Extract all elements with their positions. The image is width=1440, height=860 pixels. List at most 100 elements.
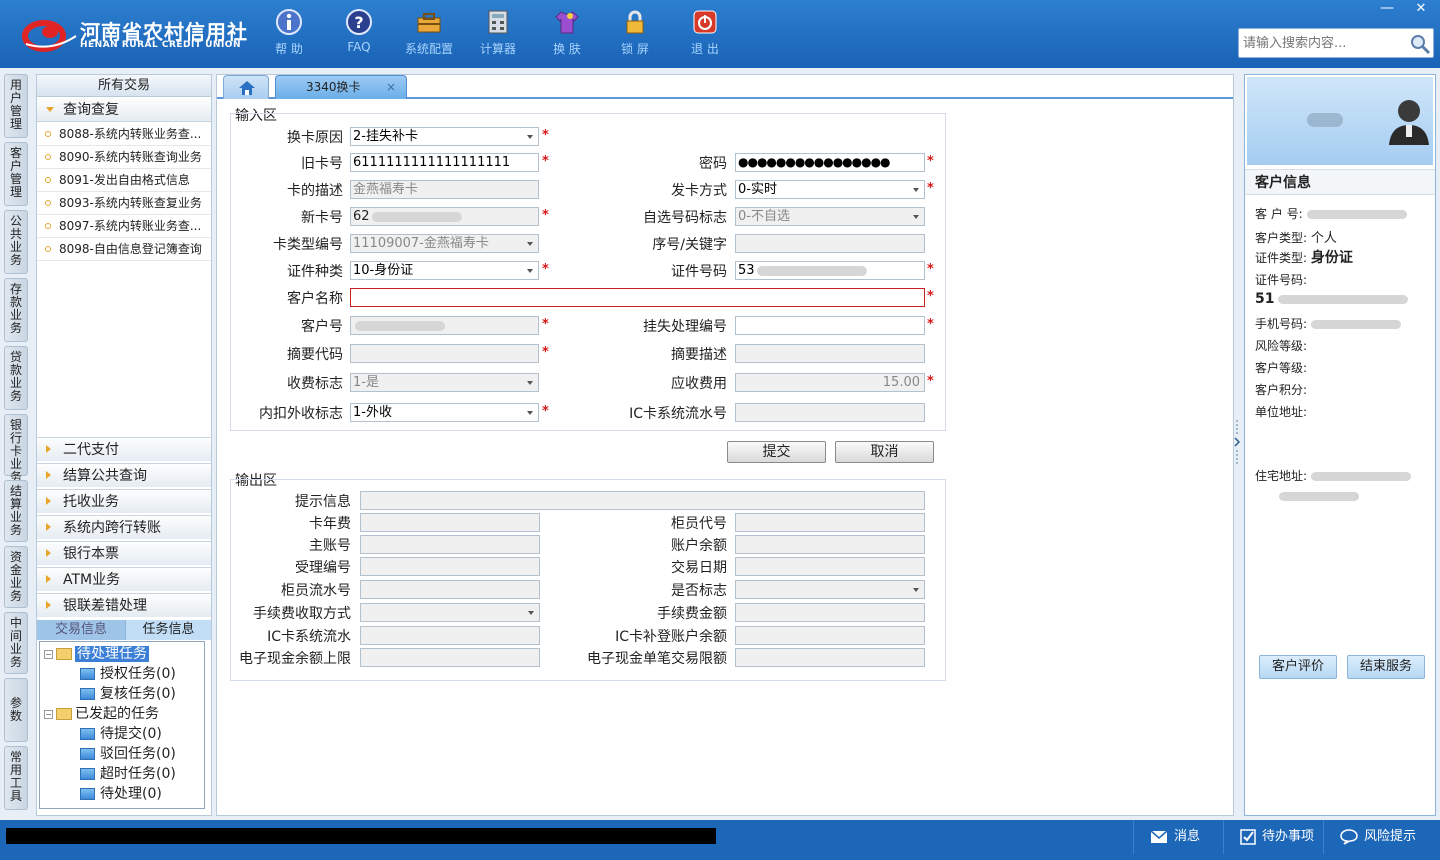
- bullet-icon: [45, 154, 51, 160]
- search-input[interactable]: [1243, 33, 1403, 53]
- chat-bubble-icon: [1340, 828, 1358, 845]
- help-button[interactable]: 帮 助: [254, 8, 324, 60]
- menu-item-8098[interactable]: 8098-自由信息登记簿查询: [37, 238, 211, 261]
- menu-item-8093[interactable]: 8093-系统内转账查复业务: [37, 192, 211, 215]
- category-settlement-query[interactable]: 结算公共查询: [37, 463, 211, 487]
- task-icon: [80, 728, 95, 740]
- issue-mode-select[interactable]: 0-实时: [735, 180, 925, 199]
- vtab-user-management[interactable]: 用户管理: [4, 74, 28, 138]
- query-reply-header[interactable]: 查询查复: [37, 98, 211, 122]
- change-skin-button[interactable]: 换 肤: [532, 8, 602, 60]
- messages-button[interactable]: 消息: [1133, 820, 1223, 854]
- category-second-gen-payment[interactable]: 二代支付: [37, 437, 211, 461]
- reason-select[interactable]: 2-挂失补卡: [350, 127, 539, 146]
- required-mark: *: [927, 289, 934, 304]
- home-icon: [239, 81, 255, 95]
- window-close-button[interactable]: ✕: [1410, 0, 1432, 18]
- ecash-single-field: [735, 648, 925, 667]
- evaluate-button[interactable]: 客户评价: [1259, 655, 1337, 679]
- caret-right-icon: [46, 471, 51, 479]
- vtab-public-business[interactable]: 公共业务: [4, 210, 28, 274]
- vtab-common-tools[interactable]: 常用工具: [4, 746, 28, 810]
- id-type-select[interactable]: 10-身份证: [350, 261, 539, 280]
- vtab-intermediary-business[interactable]: 中间业务: [4, 612, 28, 674]
- vtab-label: 结算业务: [9, 484, 22, 537]
- category-interbank-transfer[interactable]: 系统内跨行转账: [37, 515, 211, 539]
- collapse-icon[interactable]: −: [44, 709, 53, 719]
- collapse-right-panel-icon[interactable]: [1234, 420, 1240, 464]
- cust-type-label: 客户类型:: [1255, 231, 1308, 245]
- search-icon[interactable]: [1409, 33, 1431, 55]
- end-service-button[interactable]: 结束服务: [1347, 655, 1425, 679]
- faq-button[interactable]: ? FAQ: [324, 8, 394, 60]
- loss-no-field[interactable]: [735, 316, 925, 335]
- tree-node-label: 待处理任务: [75, 646, 149, 662]
- tab-home[interactable]: [223, 75, 269, 99]
- label-abstract-code: 摘要代码: [287, 347, 343, 363]
- query-reply-label: 查询查复: [63, 102, 119, 118]
- caret-right-icon: [46, 549, 51, 557]
- risk-alert-button[interactable]: 风险提示: [1323, 820, 1440, 854]
- tab-transaction-info[interactable]: 交易信息: [37, 620, 125, 640]
- tree-node-label: 已发起的任务: [75, 706, 159, 722]
- tree-node-to-process[interactable]: 待处理(0): [80, 784, 162, 804]
- label-reason: 换卡原因: [287, 130, 343, 146]
- tree-node-review[interactable]: 复核任务(0): [80, 684, 176, 704]
- lock-screen-button[interactable]: 锁 屏: [600, 8, 670, 60]
- cancel-button[interactable]: 取消: [835, 441, 934, 463]
- inout-flag-select[interactable]: 1-外收: [350, 403, 539, 422]
- menu-item-8090[interactable]: 8090-系统内转账查询业务: [37, 146, 211, 169]
- tree-node-label: 超时任务(0): [100, 766, 176, 782]
- category-unionpay-error[interactable]: 银联差错处理: [37, 593, 211, 617]
- tree-node-rejected[interactable]: 驳回任务(0): [80, 744, 176, 764]
- close-icon[interactable]: ×: [386, 76, 396, 98]
- vtab-bank-card-business[interactable]: 银行卡业务: [4, 414, 28, 484]
- cust-name-field[interactable]: [350, 288, 925, 307]
- card-type-select: 11109007-金燕福寿卡: [350, 234, 539, 253]
- calculator-button[interactable]: 计算器: [463, 8, 533, 60]
- id-type-label: 证件类型:: [1255, 251, 1308, 265]
- menu-item-8091[interactable]: 8091-发出自由格式信息: [37, 169, 211, 192]
- todo-button[interactable]: 待办事项: [1223, 820, 1323, 854]
- redacted-text: [1279, 492, 1359, 501]
- tree-node-timeout[interactable]: 超时任务(0): [80, 764, 176, 784]
- category-atm-business[interactable]: ATM业务: [37, 567, 211, 591]
- vtab-loan-business[interactable]: 贷款业务: [4, 346, 28, 410]
- exit-button[interactable]: 退 出: [670, 8, 740, 60]
- tree-node-pending[interactable]: − 待处理任务: [44, 644, 149, 664]
- tree-node-to-submit[interactable]: 待提交(0): [80, 724, 162, 744]
- bullet-icon: [45, 131, 51, 137]
- menu-item-8097[interactable]: 8097-系统内转账业务查...: [37, 215, 211, 238]
- fee-due-field: 15.00: [735, 373, 925, 392]
- required-mark: *: [542, 154, 549, 169]
- vtab-settlement-business[interactable]: 结算业务: [4, 480, 28, 542]
- tree-node-auth[interactable]: 授权任务(0): [80, 664, 176, 684]
- submit-button[interactable]: 提交: [727, 441, 826, 463]
- task-icon: [80, 688, 95, 700]
- vtab-deposit-business[interactable]: 存款业务: [4, 278, 28, 342]
- category-collection-business[interactable]: 托收业务: [37, 489, 211, 513]
- label-fee-mode: 手续费收取方式: [253, 606, 351, 622]
- all-transactions-header[interactable]: 所有交易: [37, 75, 211, 97]
- vtab-customer-management[interactable]: 客户管理: [4, 142, 28, 206]
- id-no-field[interactable]: 53: [735, 261, 925, 280]
- vtab-parameters[interactable]: 参数: [4, 678, 28, 742]
- cust-no-label: 客 户 号:: [1255, 207, 1303, 221]
- window-minimize-button[interactable]: —: [1376, 0, 1398, 18]
- category-bank-draft[interactable]: 银行本票: [37, 541, 211, 565]
- folder-icon: [56, 648, 72, 660]
- password-field[interactable]: ●●●●●●●●●●●●●●●●: [735, 153, 925, 172]
- tab-label: 3340换卡: [306, 80, 361, 94]
- tree-node-initiated[interactable]: − 已发起的任务: [44, 704, 159, 724]
- vtab-fund-business[interactable]: 资金业务: [4, 546, 28, 608]
- home-address-label: 住宅地址:: [1255, 469, 1308, 483]
- level-row: 客户等级:: [1255, 361, 1308, 375]
- teller-field: [735, 513, 925, 532]
- tab-3340-card-change[interactable]: 3340换卡 ×: [275, 75, 407, 99]
- category-label: 托收业务: [63, 494, 119, 510]
- old-card-field[interactable]: 6111111111111111111: [350, 153, 539, 172]
- collapse-icon[interactable]: −: [44, 649, 53, 659]
- system-config-button[interactable]: 系统配置: [394, 8, 464, 60]
- menu-item-8088[interactable]: 8088-系统内转账业务查...: [37, 123, 211, 146]
- tab-task-info[interactable]: 任务信息: [125, 620, 211, 640]
